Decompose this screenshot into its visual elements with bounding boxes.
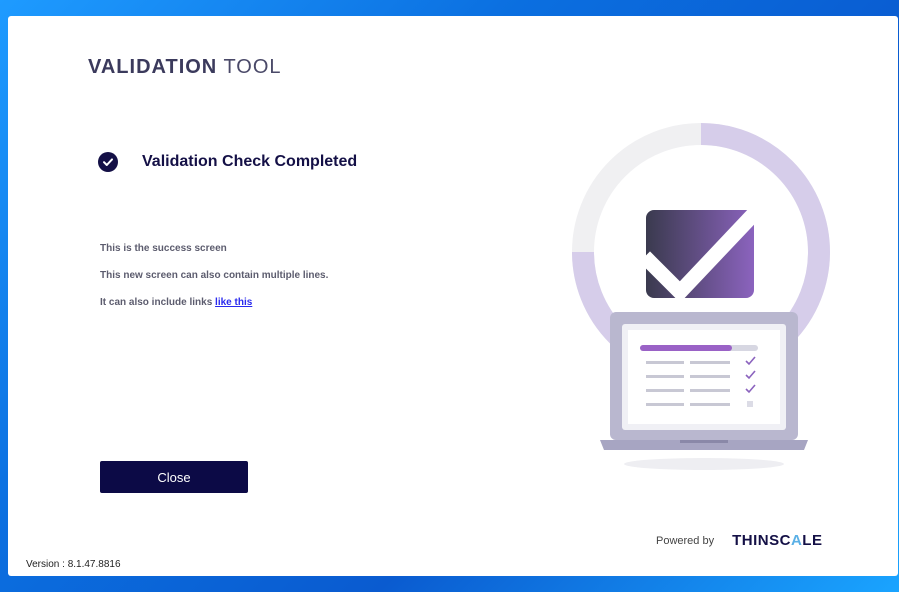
thinscale-logo: THINSCALE [732,532,823,549]
laptop-shadow [624,458,784,470]
message-line-1: This is the success screen [100,243,227,254]
message-line-2: This new screen can also contain multipl… [100,270,329,281]
version-label: Version : 8.1.47.8816 [26,559,121,570]
progress-fill [640,345,732,351]
check-circle-icon [98,152,118,172]
status-heading: Validation Check Completed [142,153,358,170]
status-row: Validation Check Completed [98,152,357,172]
powered-by: Powered by THINSCALE [656,532,822,549]
message-line-3-text: It can also include links [100,297,216,308]
validation-window: VALIDATION TOOL Validation Check Complet… [8,16,898,576]
list-box-icon [747,401,753,407]
like-this-link[interactable]: like this [215,297,252,308]
success-illustration [572,123,830,470]
close-button[interactable]: Close [100,461,248,493]
powered-by-label: Powered by [656,534,715,547]
message-line-3: It can also include links like this [100,297,252,308]
title-light: TOOL [217,56,282,78]
title-bold: VALIDATION [88,56,218,78]
app-title: VALIDATION TOOL [88,56,282,79]
